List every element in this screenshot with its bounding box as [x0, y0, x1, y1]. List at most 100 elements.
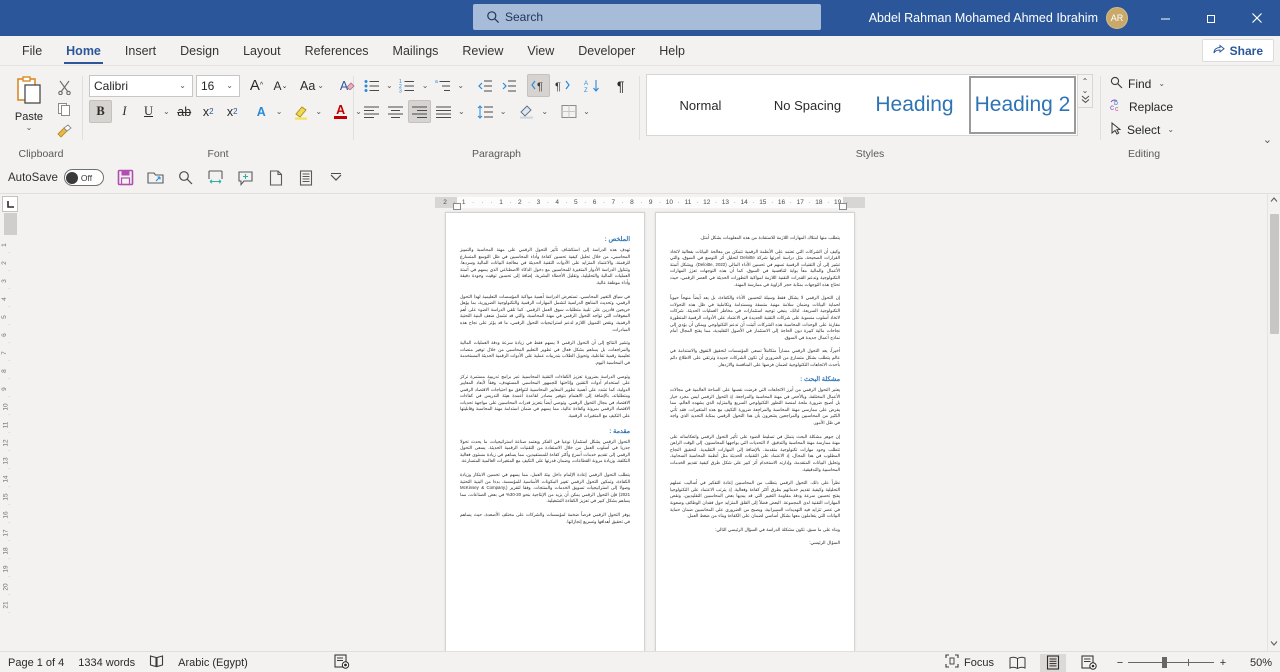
superscript-button[interactable]: x2	[221, 100, 244, 123]
tab-file[interactable]: File	[10, 37, 54, 65]
proofing-errors-icon[interactable]	[149, 654, 164, 671]
style-no-spacing[interactable]: No Spacing	[755, 76, 860, 134]
horizontal-ruler[interactable]: 2·1···1·2·3·4·5·6·7·8·9·10·11·12·13·14·1…	[20, 194, 1280, 210]
account-name[interactable]: Abdel Rahman Mohamed Ahmed Ibrahim	[869, 11, 1098, 25]
scrollbar-thumb[interactable]	[1270, 214, 1279, 334]
document-page-left[interactable]: الملخص :تهدف هذه الدراسة إلى استكشاف تأث…	[445, 212, 645, 651]
page-right-content[interactable]: يتطلب منها امتلاك المهارات اللازمة للاست…	[656, 213, 854, 564]
underline-button[interactable]: U	[137, 100, 160, 123]
text-effects-chevron-down-icon[interactable]: ⌄	[274, 107, 285, 116]
multilevel-list-button[interactable]: a	[431, 74, 454, 97]
replace-button[interactable]: cbc Replace	[1107, 95, 1176, 118]
zoom-track[interactable]	[1128, 662, 1214, 663]
find-chevron-down-icon[interactable]: ⌄	[1156, 79, 1167, 88]
strikethrough-button[interactable]: ab	[173, 100, 196, 123]
read-mode-button[interactable]	[292, 165, 320, 191]
font-name-combobox[interactable]: Calibri ⌄	[89, 75, 193, 97]
word-count[interactable]: 1334 words	[78, 657, 135, 669]
read-mode-view-button[interactable]	[1004, 654, 1030, 672]
vertical-ruler[interactable]: 1·2·3·4·5·6·7·8·9·10·11·12·13·14·15·16·1…	[0, 194, 20, 651]
tab-design[interactable]: Design	[168, 37, 231, 65]
subscript-button[interactable]: x2	[197, 100, 220, 123]
page-indicator[interactable]: Page 1 of 4	[8, 657, 64, 669]
tab-home[interactable]: Home	[54, 37, 113, 65]
indent-marker[interactable]	[839, 203, 847, 210]
bullets-button[interactable]	[360, 74, 383, 97]
bold-button[interactable]: B	[89, 100, 112, 123]
font-size-chevron-down-icon[interactable]: ⌄	[224, 81, 235, 90]
increase-indent-button[interactable]	[497, 74, 520, 97]
new-blank-document-button[interactable]	[262, 165, 290, 191]
focus-mode-button[interactable]: Focus	[945, 654, 994, 671]
sort-button[interactable]: AZ	[581, 74, 604, 97]
web-layout-view-button[interactable]	[1076, 654, 1102, 672]
document-vertical-scrollbar[interactable]	[1267, 194, 1280, 651]
justify-button[interactable]	[432, 100, 455, 123]
restore-button[interactable]	[1188, 0, 1234, 36]
tab-help[interactable]: Help	[647, 37, 697, 65]
copy-button[interactable]	[52, 99, 76, 119]
font-name-chevron-down-icon[interactable]: ⌄	[177, 81, 188, 90]
select-button[interactable]: Select ⌄	[1107, 118, 1179, 141]
search-button[interactable]	[172, 165, 200, 191]
new-comment-button[interactable]	[232, 165, 260, 191]
multilevel-chevron-down-icon[interactable]: ⌄	[455, 81, 466, 90]
tab-developer[interactable]: Developer	[566, 37, 647, 65]
tab-layout[interactable]: Layout	[231, 37, 293, 65]
italic-button[interactable]: I	[113, 100, 136, 123]
autosave-toggle[interactable]: Off	[64, 169, 104, 186]
zoom-in-button[interactable]: +	[1214, 657, 1232, 669]
indent-marker[interactable]	[453, 203, 461, 210]
numbering-chevron-down-icon[interactable]: ⌄	[420, 81, 431, 90]
format-painter-button[interactable]	[52, 121, 76, 141]
styles-gallery-scrollbar[interactable]: ⌃ ⌄	[1078, 74, 1093, 108]
page-left-content[interactable]: الملخص :تهدف هذه الدراسة إلى استكشاف تأث…	[446, 213, 644, 542]
right-to-left-text-direction-button[interactable]: ¶	[527, 74, 550, 97]
styles-more-icon[interactable]	[1081, 95, 1090, 105]
borders-button[interactable]	[557, 100, 580, 123]
align-center-button[interactable]	[384, 100, 407, 123]
tab-view[interactable]: View	[515, 37, 566, 65]
underline-chevron-down-icon[interactable]: ⌄	[161, 107, 172, 116]
save-button[interactable]	[112, 165, 140, 191]
change-case-button[interactable]: Aa ⌄	[297, 74, 329, 97]
shading-chevron-down-icon[interactable]: ⌄	[539, 107, 550, 116]
highlight-chevron-down-icon[interactable]: ⌄	[313, 107, 324, 116]
change-case-chevron-down-icon[interactable]: ⌄	[315, 81, 326, 90]
share-button[interactable]: Share	[1202, 39, 1274, 62]
show-formatting-marks-button[interactable]: ¶	[609, 74, 632, 97]
zoom-level[interactable]: 50%	[1242, 657, 1272, 669]
text-effects-button[interactable]: A	[250, 100, 273, 123]
borders-chevron-down-icon[interactable]: ⌄	[581, 107, 592, 116]
tab-insert[interactable]: Insert	[113, 37, 168, 65]
bullets-chevron-down-icon[interactable]: ⌄	[384, 81, 395, 90]
styles-gallery[interactable]: Normal No Spacing Heading Heading 2	[646, 74, 1078, 136]
justify-chevron-down-icon[interactable]: ⌄	[456, 107, 467, 116]
document-page-right[interactable]: يتطلب منها امتلاك المهارات اللازمة للاست…	[655, 212, 855, 651]
language-indicator[interactable]: Arabic (Egypt)	[178, 657, 248, 669]
scroll-down-icon[interactable]	[1270, 639, 1278, 649]
close-button[interactable]	[1234, 0, 1280, 36]
text-highlight-color-button[interactable]	[289, 100, 312, 123]
tab-selector-button[interactable]	[2, 196, 18, 212]
tab-mailings[interactable]: Mailings	[381, 37, 451, 65]
collapse-ribbon-button[interactable]: ⌄	[1263, 133, 1272, 146]
styles-scroll-down-icon[interactable]: ⌄	[1082, 86, 1089, 95]
left-to-right-text-direction-button[interactable]: ¶	[551, 74, 574, 97]
customize-quick-access-toolbar-button[interactable]	[322, 165, 350, 191]
page-width-button[interactable]	[202, 165, 230, 191]
decrease-indent-button[interactable]	[473, 74, 496, 97]
style-heading-2[interactable]: Heading 2	[969, 76, 1076, 134]
cut-button[interactable]	[52, 77, 76, 97]
style-normal[interactable]: Normal	[648, 76, 753, 134]
tab-references[interactable]: References	[293, 37, 381, 65]
zoom-slider[interactable]: − +	[1112, 657, 1232, 669]
avatar[interactable]: AR	[1106, 7, 1128, 29]
find-button[interactable]: Find ⌄	[1107, 72, 1170, 95]
numbering-button[interactable]: 123	[396, 74, 419, 97]
line-spacing-chevron-down-icon[interactable]: ⌄	[498, 107, 509, 116]
grow-font-button[interactable]: A^	[245, 74, 268, 97]
paste-chevron-down-icon[interactable]: ⌄	[24, 123, 35, 132]
minimize-button[interactable]	[1142, 0, 1188, 36]
open-recent-button[interactable]	[142, 165, 170, 191]
